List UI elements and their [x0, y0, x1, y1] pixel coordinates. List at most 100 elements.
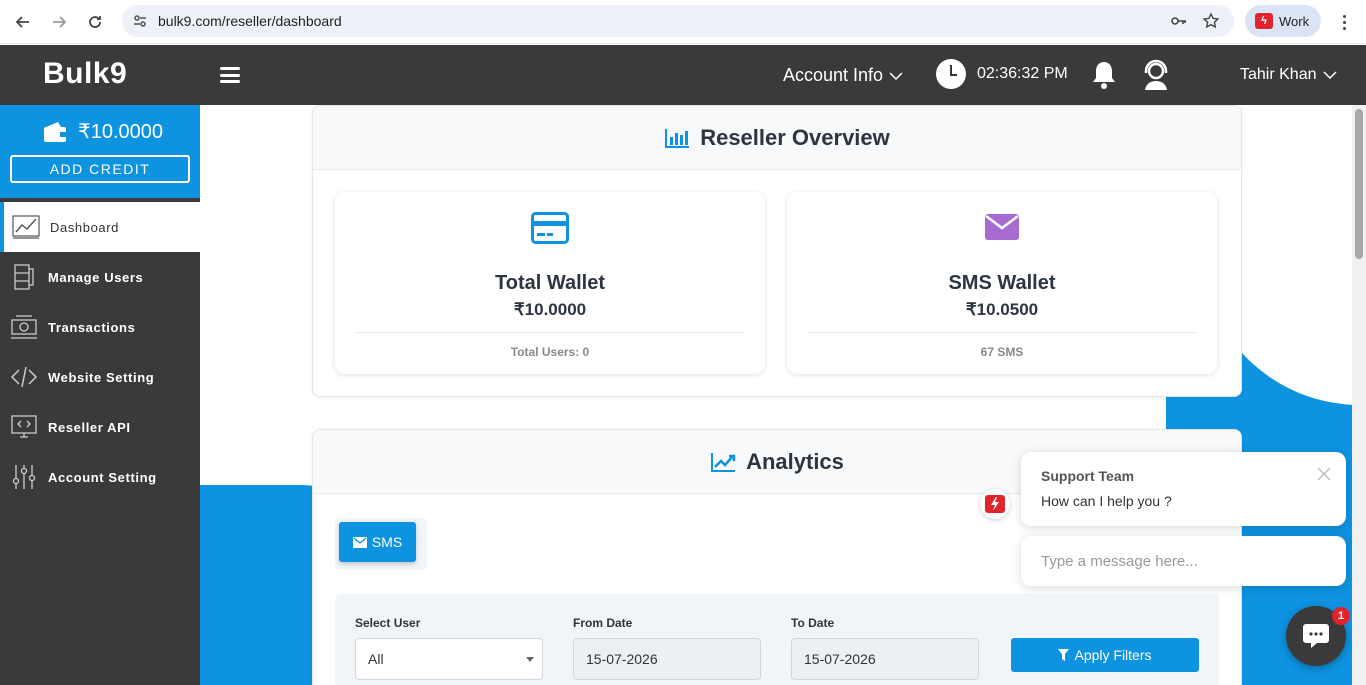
notification-bell-icon[interactable] [1090, 59, 1118, 96]
sms-wallet-title: SMS Wallet [948, 272, 1056, 294]
star-icon[interactable] [1202, 12, 1220, 30]
main-content: Reseller Overview Total Wallet ₹10.0000 … [200, 105, 1352, 685]
user-name-label: Tahir Khan [1240, 66, 1317, 83]
from-date-value: 15-07-2026 [586, 651, 658, 667]
address-bar[interactable]: bulk9.com/reseller/dashboard [122, 5, 1234, 37]
brand-logo[interactable]: Bulk9 [43, 57, 127, 91]
account-info-label: Account Info [783, 65, 884, 85]
filter-panel: Select User All From Date 15-07-2026 To … [335, 594, 1219, 685]
chart-icon [12, 215, 40, 239]
chat-team-name: Support Team [1041, 468, 1135, 484]
api-icon [11, 415, 37, 438]
brand-bolt-icon [985, 495, 1005, 513]
profile-logo-icon: ϟ [1255, 13, 1273, 29]
chat-message-text: How can I help you ? [1041, 493, 1172, 509]
total-wallet-title: Total Wallet [495, 272, 605, 294]
page-scrollbar[interactable] [1352, 105, 1366, 685]
divider [355, 332, 745, 333]
sliders-icon [12, 465, 36, 489]
chevron-down-icon [1322, 71, 1337, 80]
app-header: Bulk9 Account Info 02:36:32 PM Tahir Kha… [0, 45, 1366, 105]
scrollbar-thumb[interactable] [1355, 109, 1363, 259]
wallet-balance: ₹10.0000 [78, 121, 164, 143]
sidebar-item-label: Reseller API [48, 419, 131, 435]
menu-toggle-icon[interactable] [220, 67, 240, 83]
sidebar-item-account-setting[interactable]: Account Setting [0, 452, 200, 502]
reseller-overview-title: Reseller Overview [700, 124, 890, 150]
filter-icon [1058, 649, 1070, 661]
reseller-overview-card: Reseller Overview Total Wallet ₹10.0000 … [312, 105, 1242, 397]
envelope-icon [352, 536, 367, 548]
chat-message-bubble: Support Team How can I help you ? [1021, 452, 1346, 526]
current-time: 02:36:32 PM [977, 65, 1068, 82]
key-icon[interactable] [1170, 12, 1188, 30]
tab-sms[interactable]: SMS [339, 522, 416, 562]
sms-count: 67 SMS [980, 345, 1024, 359]
tab-sms-label: SMS [371, 534, 403, 550]
sidebar-item-label: Manage Users [48, 269, 144, 285]
total-wallet-value: ₹10.0000 [513, 300, 587, 319]
chat-icon [1303, 624, 1329, 648]
support-agent-icon[interactable] [1142, 59, 1170, 96]
trend-chart-icon [711, 452, 736, 472]
sidebar-item-website-setting[interactable]: Website Setting [0, 352, 200, 402]
total-wallet-card: Total Wallet ₹10.0000 Total Users: 0 [335, 192, 765, 374]
account-info-dropdown[interactable]: Account Info [783, 65, 903, 86]
add-credit-button[interactable]: ADD CREDIT [10, 155, 190, 183]
caret-down-icon [526, 657, 534, 662]
reseller-overview-header: Reseller Overview [313, 106, 1241, 170]
arrow-left-icon [15, 16, 29, 28]
url-text[interactable]: bulk9.com/reseller/dashboard [158, 13, 342, 29]
sidebar-item-dashboard[interactable]: Dashboard [0, 202, 200, 252]
sidebar-item-transactions[interactable]: Transactions [0, 302, 200, 352]
browser-toolbar: bulk9.com/reseller/dashboard ϟ Work [0, 0, 1366, 44]
transactions-icon [11, 315, 37, 339]
analytics-tab-bar: SMS [335, 518, 427, 570]
sidebar-menu: Dashboard Manage Users Transactions Webs… [0, 202, 200, 502]
forward-button[interactable] [41, 4, 77, 40]
analytics-title: Analytics [746, 448, 844, 474]
close-icon[interactable] [1316, 466, 1332, 482]
from-date-input[interactable]: 15-07-2026 [573, 638, 761, 680]
users-icon [14, 264, 34, 290]
sidebar-item-label: Website Setting [48, 369, 155, 385]
sidebar-item-label: Dashboard [50, 219, 119, 235]
wallet-icon [44, 121, 66, 142]
chat-message-input[interactable]: Type a message here... [1021, 536, 1346, 586]
credit-card-icon [531, 212, 569, 244]
sms-wallet-card: SMS Wallet ₹10.0500 67 SMS [787, 192, 1217, 374]
bar-chart-icon [665, 128, 690, 148]
chat-agent-avatar [980, 489, 1010, 519]
to-date-value: 15-07-2026 [804, 651, 876, 667]
envelope-icon [985, 214, 1019, 240]
select-user-value: All [368, 651, 384, 667]
divider [807, 332, 1197, 333]
apply-filters-label: Apply Filters [1074, 647, 1152, 663]
chat-unread-badge: 1 [1332, 607, 1350, 625]
sidebar: ₹10.0000 ADD CREDIT Dashboard Manage Use… [0, 105, 200, 685]
code-icon [10, 366, 38, 388]
arrow-right-icon [53, 16, 67, 28]
wallet-panel: ₹10.0000 ADD CREDIT [0, 105, 200, 198]
site-settings-icon[interactable] [122, 13, 158, 29]
sidebar-item-manage-users[interactable]: Manage Users [0, 252, 200, 302]
user-menu[interactable]: Tahir Khan [1240, 66, 1337, 84]
profile-label: Work [1279, 13, 1310, 29]
select-user-dropdown[interactable]: All [355, 638, 543, 680]
total-users-count: Total Users: 0 [510, 345, 590, 359]
clock-icon [936, 59, 966, 89]
reload-button[interactable] [77, 4, 113, 40]
back-button[interactable] [5, 4, 41, 40]
apply-filters-button[interactable]: Apply Filters [1011, 638, 1199, 672]
sms-wallet-value: ₹10.0500 [965, 300, 1039, 319]
profile-button[interactable]: ϟ Work [1245, 5, 1321, 37]
chevron-down-icon [889, 71, 903, 80]
to-date-input[interactable]: 15-07-2026 [791, 638, 979, 680]
sidebar-item-label: Transactions [48, 319, 136, 335]
to-date-label: To Date [791, 616, 835, 630]
reload-icon [89, 16, 101, 28]
browser-menu-button[interactable] [1334, 10, 1354, 34]
select-user-label: Select User [355, 616, 421, 630]
from-date-label: From Date [573, 616, 633, 630]
sidebar-item-reseller-api[interactable]: Reseller API [0, 402, 200, 452]
